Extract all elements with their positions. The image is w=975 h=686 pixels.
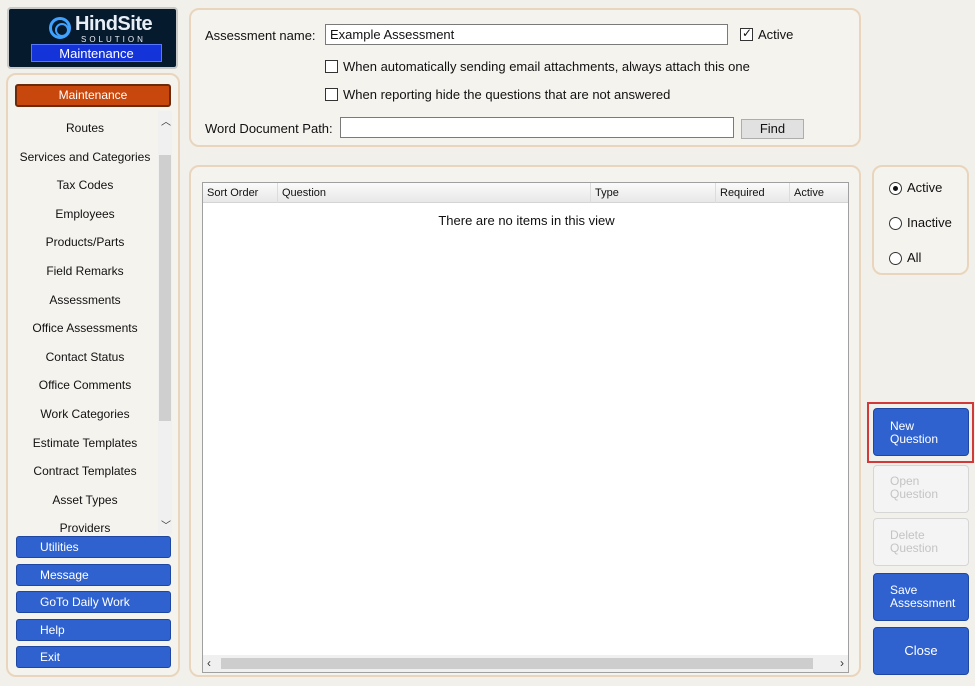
filter-inactive-radio[interactable] xyxy=(889,217,902,230)
scroll-up-icon[interactable]: ︿ xyxy=(161,113,171,128)
new-question-line-2: Question xyxy=(890,432,939,446)
empty-view-message: There are no items in this view xyxy=(438,213,615,228)
new-question-button[interactable]: New Question xyxy=(873,408,969,456)
hide-unanswered-checkbox[interactable] xyxy=(325,88,338,101)
status-filter: Active Inactive All xyxy=(872,165,969,275)
word-path-label: Word Document Path: xyxy=(205,121,333,136)
save-assessment-button[interactable]: Save Assessment xyxy=(873,573,969,621)
exit-button[interactable]: Exit xyxy=(16,646,171,668)
logo-tagline: SOLUTION xyxy=(81,35,146,44)
filter-active-radio[interactable] xyxy=(889,182,902,195)
close-button[interactable]: Close xyxy=(873,627,969,675)
grid-header: Sort Order Question Type Required Active xyxy=(203,183,848,203)
scroll-right-icon[interactable]: › xyxy=(840,656,844,670)
grid-horizontal-scrollbar[interactable]: ‹ › xyxy=(203,655,848,672)
sidebar-scroll-thumb[interactable] xyxy=(159,155,171,421)
sidebar-item-routes[interactable]: Routes xyxy=(12,111,158,140)
filter-all-radio[interactable] xyxy=(889,252,902,265)
sidebar: Maintenance Routes Services and Categori… xyxy=(6,73,180,677)
sidebar-scrollbar[interactable]: ︿ ﹀ xyxy=(158,111,172,534)
sidebar-item-assessments[interactable]: Assessments xyxy=(12,283,158,312)
filter-inactive-label: Inactive xyxy=(907,215,952,230)
questions-grid[interactable]: Sort Order Question Type Required Active… xyxy=(202,182,849,673)
logo-name: HindSite xyxy=(75,13,153,35)
sidebar-item-office-comments[interactable]: Office Comments xyxy=(12,368,158,397)
sidebar-item-tax-codes[interactable]: Tax Codes xyxy=(12,168,158,197)
scroll-down-icon[interactable]: ﹀ xyxy=(161,517,171,532)
sidebar-item-contract-templates[interactable]: Contract Templates xyxy=(12,454,158,483)
assessment-name-input[interactable]: Example Assessment xyxy=(325,24,728,45)
sidebar-item-employees[interactable]: Employees xyxy=(12,197,158,226)
sidebar-item-work-categories[interactable]: Work Categories xyxy=(12,397,158,426)
utilities-button[interactable]: Utilities xyxy=(16,536,171,558)
open-question-button[interactable]: Open Question xyxy=(873,465,969,513)
filter-all-label: All xyxy=(907,250,922,265)
sidebar-active-section[interactable]: Maintenance xyxy=(15,84,171,107)
grid-scroll-thumb[interactable] xyxy=(221,658,813,669)
sidebar-item-providers[interactable]: Providers xyxy=(12,511,158,534)
scroll-left-icon[interactable]: ‹ xyxy=(207,656,211,670)
logo-mark-icon xyxy=(49,17,71,39)
column-sort-order[interactable]: Sort Order xyxy=(203,183,278,203)
hide-unanswered-label: When reporting hide the questions that a… xyxy=(343,87,671,102)
sidebar-item-asset-types[interactable]: Asset Types xyxy=(12,483,158,512)
save-assessment-line-2: Assessment xyxy=(890,596,956,610)
logo-badge: Maintenance xyxy=(31,44,162,62)
sidebar-item-products[interactable]: Products/Parts xyxy=(12,225,158,254)
active-label: Active xyxy=(758,27,794,42)
column-type[interactable]: Type xyxy=(591,183,716,203)
email-attach-label: When automatically sending email attachm… xyxy=(343,59,750,74)
find-button[interactable]: Find xyxy=(741,119,804,139)
delete-question-button[interactable]: Delete Question xyxy=(873,518,969,566)
column-active[interactable]: Active xyxy=(790,183,850,203)
goto-daily-work-button[interactable]: GoTo Daily Work xyxy=(16,591,171,613)
sidebar-item-estimate-templates[interactable]: Estimate Templates xyxy=(12,426,158,455)
delete-question-line-2: Question xyxy=(890,541,939,555)
active-checkbox[interactable] xyxy=(740,26,753,41)
sidebar-item-services[interactable]: Services and Categories xyxy=(12,140,158,169)
sidebar-item-office-assessments[interactable]: Office Assessments xyxy=(12,311,158,340)
column-required[interactable]: Required xyxy=(716,183,790,203)
assessment-name-label: Assessment name: xyxy=(205,28,316,43)
sidebar-item-contact-status[interactable]: Contact Status xyxy=(12,340,158,369)
app-logo: HindSite SOLUTION Maintenance xyxy=(7,7,178,69)
filter-active-label: Active xyxy=(907,180,943,195)
questions-panel: Sort Order Question Type Required Active… xyxy=(189,165,861,677)
message-button[interactable]: Message xyxy=(16,564,171,586)
column-question[interactable]: Question xyxy=(278,183,591,203)
help-button[interactable]: Help xyxy=(16,619,171,641)
open-question-line-2: Question xyxy=(890,487,939,501)
assessment-form: Assessment name: Example Assessment Acti… xyxy=(189,8,861,147)
email-attach-checkbox[interactable] xyxy=(325,60,338,73)
word-path-input[interactable] xyxy=(340,117,734,138)
sidebar-item-field-remarks[interactable]: Field Remarks xyxy=(12,254,158,283)
sidebar-list: Routes Services and Categories Tax Codes… xyxy=(12,111,158,534)
